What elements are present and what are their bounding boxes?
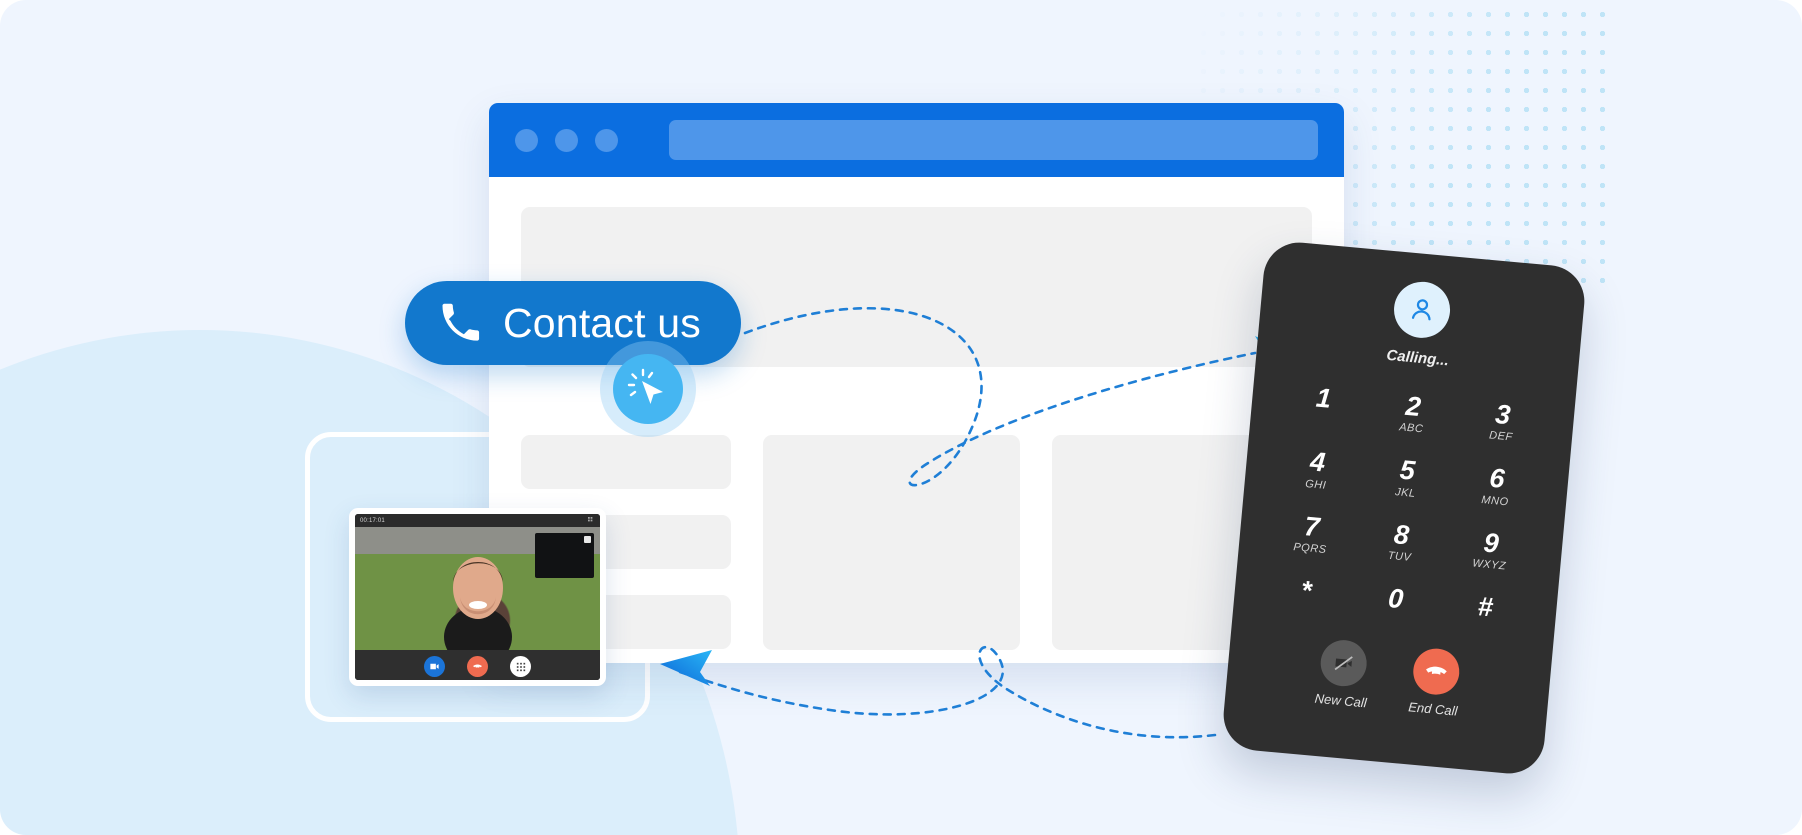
- video-call-controls: Video End Call Dialpad: [355, 650, 600, 686]
- keypad-key-3[interactable]: 3 DEF: [1455, 397, 1548, 447]
- call-timer: 00:17:01: [360, 517, 385, 524]
- placeholder-row: [521, 435, 1312, 650]
- key-digit: 0: [1386, 583, 1405, 615]
- dialpad-icon: [510, 656, 531, 677]
- participant-avatar: [443, 556, 512, 650]
- end-call-label: End Call: [1407, 699, 1459, 720]
- video-call-titlebar: 00:17:01: [355, 514, 600, 527]
- traffic-light-minimize-icon[interactable]: [555, 128, 578, 152]
- remote-video-feed: [355, 527, 600, 650]
- user-avatar-icon: [1391, 279, 1453, 341]
- keypad-key-star[interactable]: *: [1260, 572, 1352, 610]
- dialpad-button[interactable]: Dialpad: [510, 656, 531, 686]
- dialpad-label: Dialpad: [512, 680, 529, 686]
- keypad-key-8[interactable]: 8 TUV: [1354, 517, 1447, 567]
- resize-grip-icon[interactable]: [588, 517, 595, 524]
- keypad-key-7[interactable]: 7 PQRS: [1265, 508, 1358, 558]
- keypad-key-6[interactable]: 6 MNO: [1450, 461, 1543, 511]
- click-cursor-badge: [600, 341, 696, 437]
- click-cursor-icon: [613, 354, 683, 424]
- end-call-label: End Call: [468, 680, 487, 686]
- address-bar[interactable]: [669, 120, 1318, 160]
- key-digit: 1: [1314, 382, 1333, 414]
- video-camera-icon: [424, 656, 445, 677]
- phone-hangup-icon: [1411, 646, 1462, 697]
- placeholder-line-1: [521, 435, 731, 489]
- keypad-key-2[interactable]: 2 ABC: [1366, 388, 1459, 438]
- keypad-key-4[interactable]: 4 GHI: [1270, 444, 1363, 494]
- video-call-window: 00:17:01 Video End Call Dialpad: [349, 508, 606, 686]
- keypad-key-5[interactable]: 5 JKL: [1360, 452, 1453, 502]
- self-view-thumbnail[interactable]: [535, 533, 594, 578]
- video-toggle-button[interactable]: Video: [424, 656, 445, 686]
- contact-us-button[interactable]: Contact us: [405, 281, 741, 365]
- end-call-button[interactable]: End Call: [467, 656, 488, 686]
- placeholder-card-1: [763, 435, 1020, 650]
- call-status-text: Calling...: [1385, 346, 1450, 370]
- phone-hangup-icon: [467, 656, 488, 677]
- dialer-action-row: New Call End Call: [1251, 633, 1526, 725]
- expand-icon[interactable]: [584, 536, 591, 543]
- end-call-button[interactable]: End Call: [1407, 646, 1463, 720]
- traffic-light-maximize-icon[interactable]: [595, 128, 618, 152]
- dialpad-keypad: 1 2 ABC 3 DEF 4 GHI 5 JKL 6 MNO 7 PQRS 8…: [1260, 380, 1549, 627]
- traffic-light-close-icon[interactable]: [515, 128, 538, 152]
- keypad-key-hash[interactable]: #: [1439, 589, 1531, 627]
- key-digit: *: [1299, 575, 1313, 606]
- phone-icon: [442, 303, 480, 341]
- video-off-icon: [1319, 638, 1370, 689]
- keypad-key-9[interactable]: 9 WXYZ: [1444, 525, 1537, 575]
- keypad-key-1[interactable]: 1: [1276, 380, 1369, 430]
- phone-dialer: Calling... 1 2 ABC 3 DEF 4 GHI 5 JKL 6 M…: [1220, 239, 1588, 777]
- illustration-stage: Contact us 00:17:01 Video End Call Dialp…: [0, 0, 1802, 835]
- contact-us-label: Contact us: [503, 299, 701, 346]
- key-digit: #: [1476, 591, 1495, 623]
- new-call-label: New Call: [1314, 691, 1368, 711]
- browser-titlebar: [489, 103, 1344, 177]
- keypad-key-0[interactable]: 0: [1349, 581, 1441, 619]
- video-toggle-label: Video: [428, 680, 441, 686]
- new-call-button[interactable]: New Call: [1314, 638, 1372, 711]
